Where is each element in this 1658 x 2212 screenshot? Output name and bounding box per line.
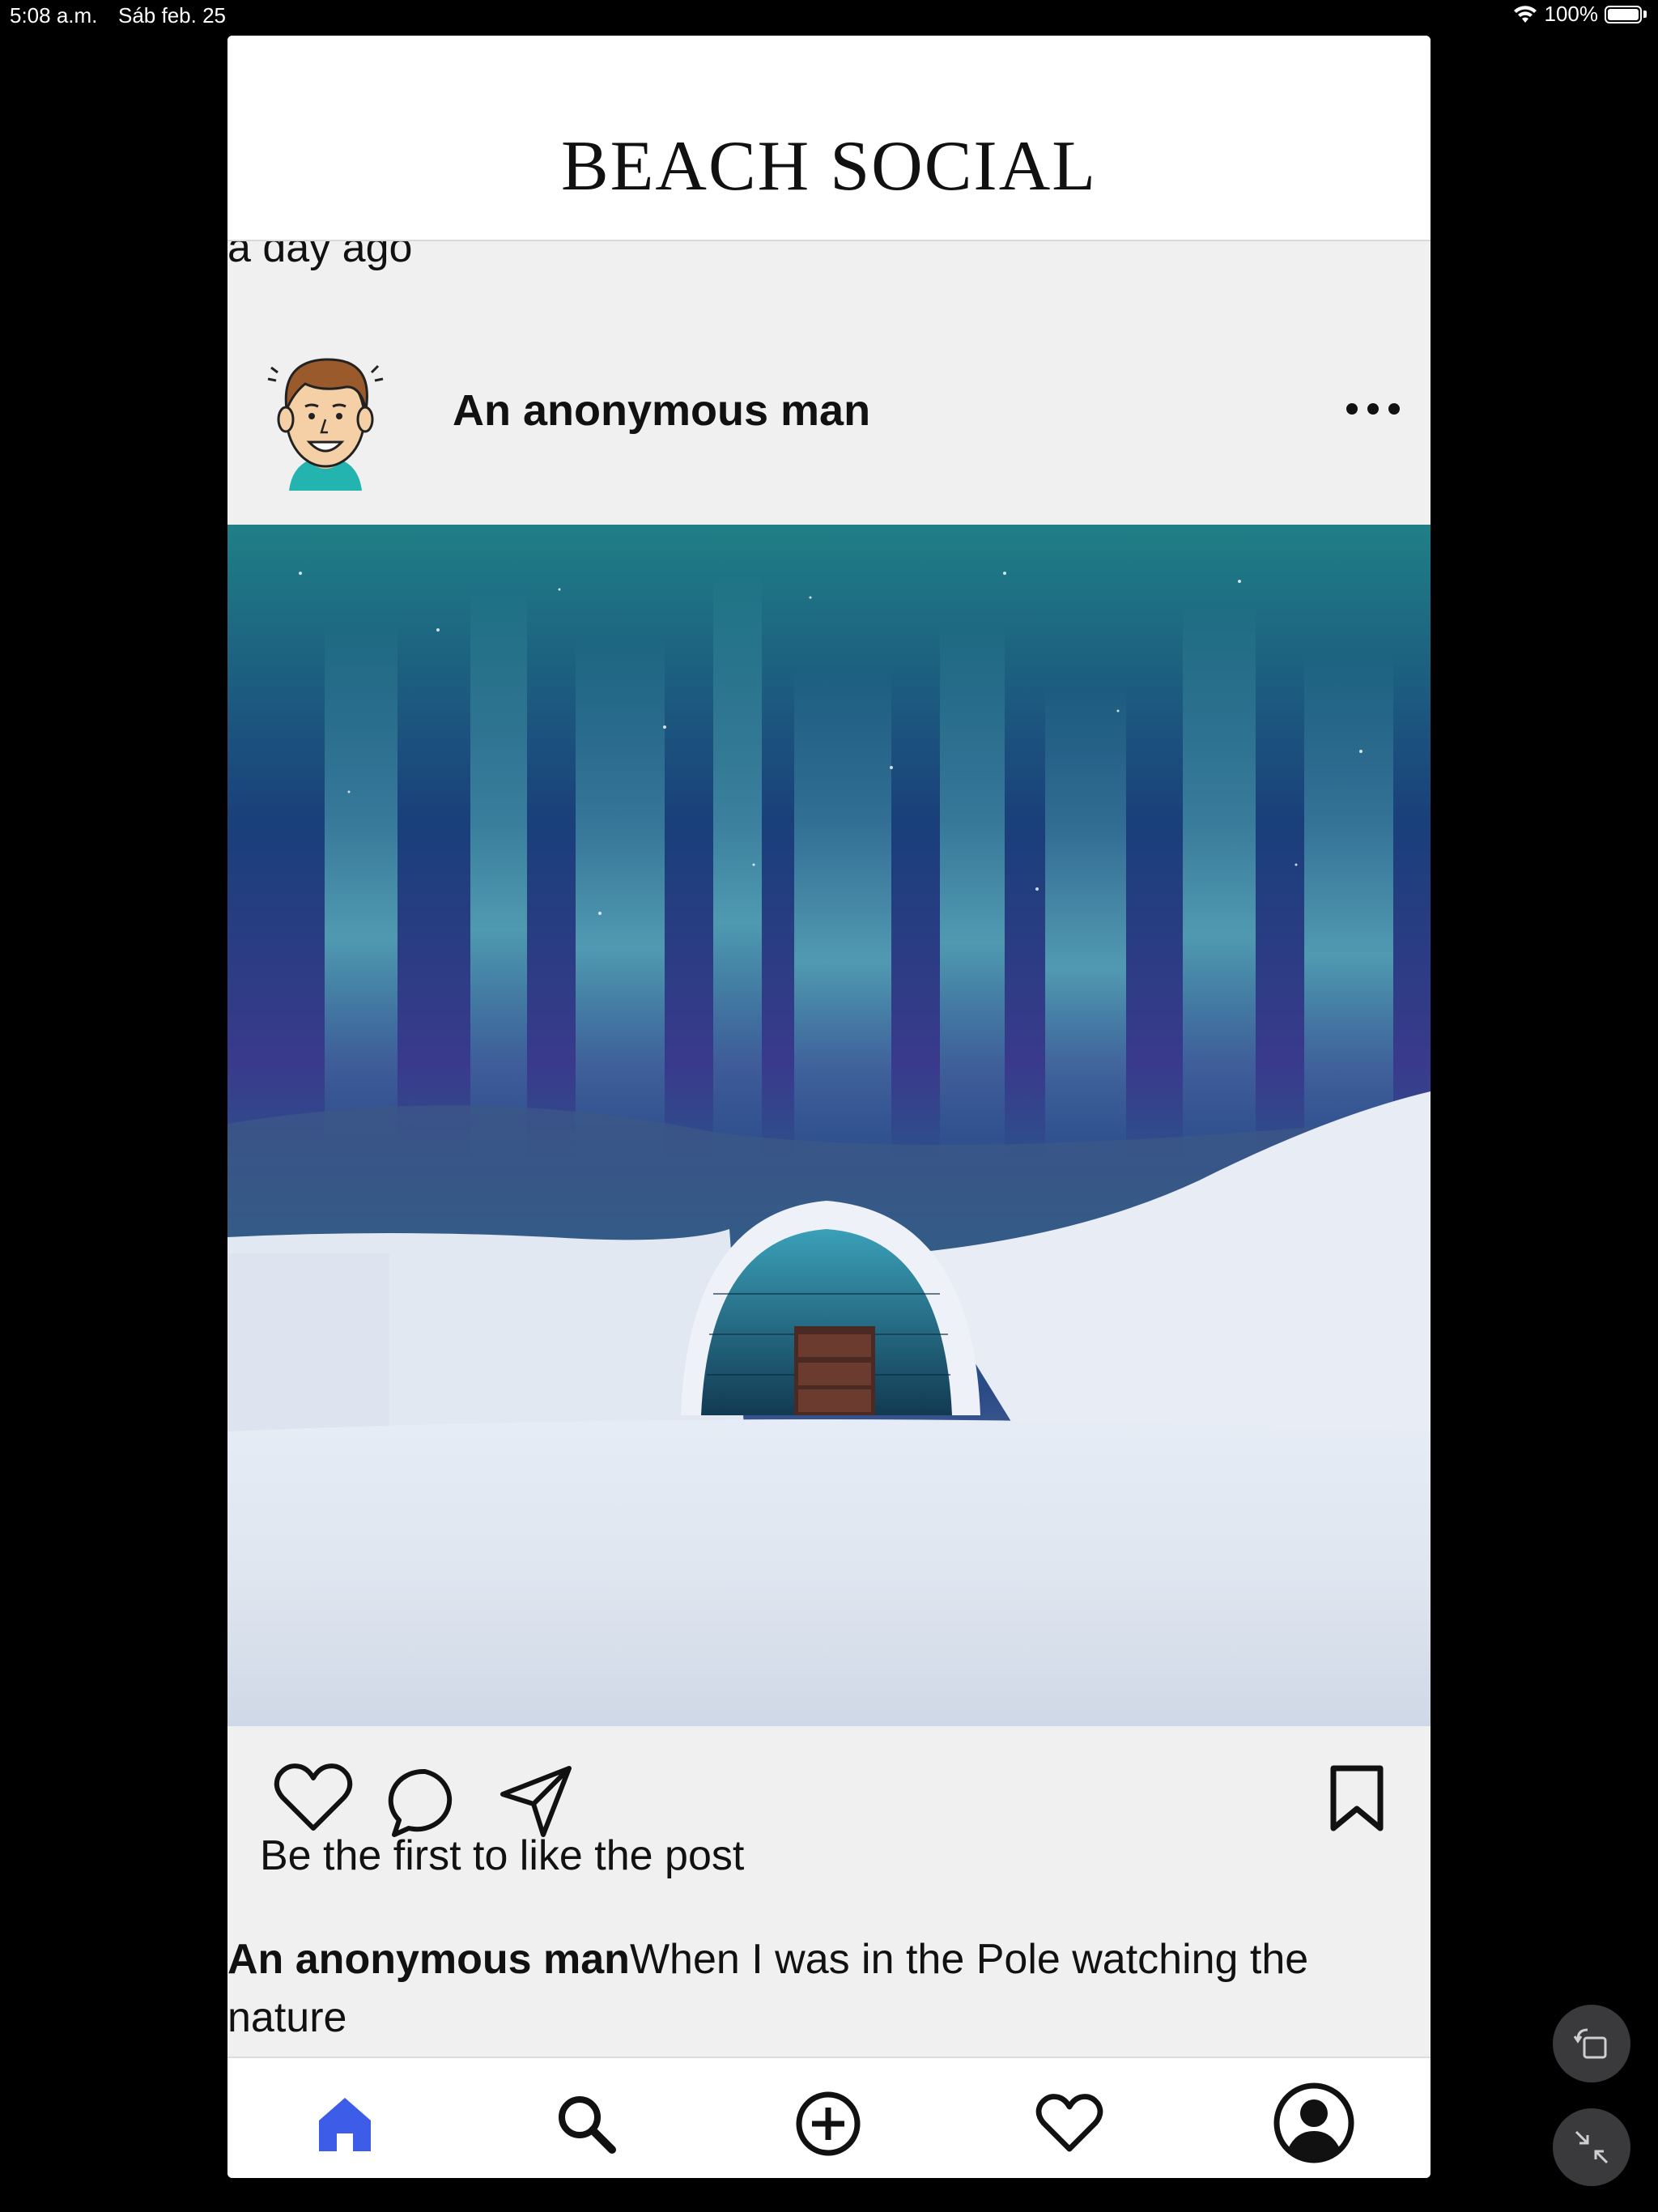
status-bar: 5:08 a.m. Sáb feb. 25 100%	[0, 0, 1658, 32]
battery-icon	[1605, 5, 1642, 23]
rotate-screen-button[interactable]	[1553, 2005, 1630, 2082]
status-right: 100%	[1512, 2, 1647, 27]
rotate-icon	[1573, 2028, 1607, 2059]
post-username[interactable]: An anonymous man	[453, 389, 870, 432]
nav-activity[interactable]	[1033, 2087, 1106, 2160]
add-circle-icon	[796, 2091, 861, 2156]
more-dot	[1346, 403, 1358, 415]
collapse-icon	[1575, 2130, 1609, 2164]
search-icon	[559, 2096, 616, 2154]
nav-search[interactable]	[550, 2087, 623, 2160]
post-header: An anonymous man	[227, 241, 1431, 525]
battery-percent: 100%	[1544, 2, 1599, 26]
app-window: BEACH SOCIAL a day ago An anonymous man	[227, 36, 1431, 2178]
minimize-button[interactable]	[1553, 2108, 1630, 2186]
nav-profile[interactable]	[1272, 2081, 1356, 2165]
status-time: 5:08 a.m.	[10, 3, 98, 28]
bookmark-icon[interactable]	[1329, 1763, 1385, 1833]
nav-add[interactable]	[792, 2087, 865, 2160]
like-heart-icon[interactable]	[273, 1762, 354, 1835]
post-caption: An anonymous manWhen I was in the Pole w…	[227, 1930, 1431, 2047]
caption-username[interactable]: An anonymous man	[227, 1936, 630, 1983]
nav-home[interactable]	[308, 2087, 381, 2160]
more-dot	[1367, 403, 1379, 415]
wifi-icon	[1513, 5, 1537, 23]
battery-tip	[1643, 11, 1647, 18]
likes-text: Be the first to like the post	[260, 1832, 745, 1879]
status-date: Sáb feb. 25	[118, 3, 226, 28]
app-title: BEACH SOCIAL	[560, 127, 1098, 206]
profile-icon	[1273, 2082, 1354, 2163]
post-actions	[227, 1726, 1431, 1840]
avatar[interactable]	[265, 329, 386, 491]
more-options-button[interactable]	[1346, 397, 1400, 421]
share-send-icon[interactable]	[498, 1762, 576, 1840]
more-dot	[1388, 403, 1400, 415]
heart-icon	[1035, 2094, 1103, 2152]
post-image[interactable]	[227, 525, 1431, 1726]
app-header: BEACH SOCIAL	[227, 36, 1431, 241]
home-icon	[319, 2098, 371, 2151]
comment-icon[interactable]	[388, 1767, 462, 1840]
bottom-nav	[227, 2057, 1431, 2178]
